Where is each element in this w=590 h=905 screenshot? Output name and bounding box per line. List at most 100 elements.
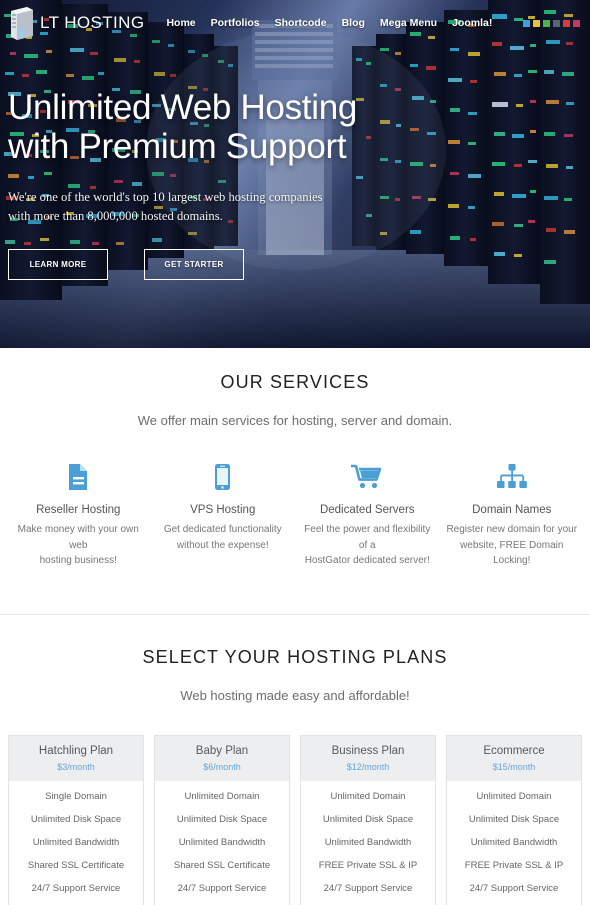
plan-feature: FREE Toll Free Number [447,900,581,905]
service-item-domain-names[interactable]: Domain Names Register new domain for you… [440,460,585,569]
hero-title: Unlimited Web Hosting with Premium Suppo… [8,88,428,166]
plan-feature: Unlimited Bandwidth [470,836,558,848]
plan-feature: Unlimited Domain [184,790,260,802]
service-desc-line-2: without the expense! [176,539,269,551]
learn-more-button[interactable]: LEARN MORE [8,248,108,280]
document-file-icon [12,460,145,494]
color-swatch-magenta[interactable] [573,19,580,27]
color-swatch-gray[interactable] [553,19,560,27]
services-section: OUR SERVICES We offer main services for … [0,348,590,615]
service-desc-line-1: Get dedicated functionality [163,524,282,535]
hero-section: LT HOSTING Home Portfolios Shortcode Blo… [0,0,590,348]
plan-feature: Unlimited Bandwidth [32,836,120,848]
nav-item-home[interactable]: Home [166,17,195,29]
plan-feature-list: Unlimited Domain Unlimited Disk Space Un… [301,781,435,905]
plan-name: Business Plan [331,744,405,757]
plan-feature-disabled: FREE Toll Free Number [155,900,289,905]
plan-price: $3/month [57,761,95,772]
pricing-card-ecommerce[interactable]: Ecommerce $15/month Unlimited Domain Unl… [446,734,582,905]
hero-subtitle: We're one of the world's top 10 largest … [8,188,428,225]
color-swatch-blue[interactable] [523,19,530,27]
plan-price: $6/month [203,761,241,772]
service-name: Domain Names [472,504,552,516]
service-desc-line-1: Feel the power and flexibility of a [304,524,431,551]
hero-title-line-2: with Premium Support [8,127,347,167]
get-starter-button[interactable]: GET STARTER [144,248,244,280]
service-description: Feel the power and flexibility of a Host… [301,522,434,569]
plan-feature: Unlimited Domain [330,790,406,802]
server-tower-icon [8,5,36,41]
service-item-reseller-hosting[interactable]: Reseller Hosting Make money with your ow… [6,460,151,569]
pricing-section: SELECT YOUR HOSTING PLANS Web hosting ma… [0,615,590,905]
pricing-card-header: Ecommerce $15/month [447,735,581,781]
nav-item-portfolios[interactable]: Portfolios [211,17,260,29]
mobile-phone-icon [157,460,290,494]
plan-feature: Shared SSL Certificate [173,859,271,871]
pricing-card-header: Business Plan $12/month [301,735,435,781]
service-desc-line-2: website, FREE Domain Locking! [460,539,564,567]
plan-feature: Unlimited Bandwidth [324,836,412,848]
hero-title-line-1: Unlimited Web Hosting [8,88,358,127]
plan-feature: 24/7 Support Service [177,882,267,894]
plan-feature: Unlimited Disk Space [322,813,414,825]
color-swatch-green[interactable] [543,19,550,27]
brand-logo[interactable]: LT HOSTING [8,5,144,41]
service-desc-line-1: Register new domain for your [446,524,578,535]
plan-feature: Unlimited Bandwidth [178,836,266,848]
service-name: Dedicated Servers [319,504,415,516]
nav-links: Home Portfolios Shortcode Blog Mega Menu… [166,17,492,29]
pricing-title: SELECT YOUR HOSTING PLANS [142,646,448,667]
plan-feature: 24/7 Support Service [323,882,413,894]
plan-feature-disabled: FREE Toll Free Number [301,900,435,905]
pricing-card-header: Baby Plan $6/month [155,735,289,781]
plan-feature: 24/7 Support Service [469,882,559,894]
service-item-vps-hosting[interactable]: VPS Hosting Get dedicated functionality … [151,460,296,569]
plan-feature-list: Unlimited Domain Unlimited Disk Space Un… [155,781,289,905]
plan-name: Hatchling Plan [38,744,114,757]
service-name: VPS Hosting [190,504,256,516]
color-swatch-picker [523,19,582,27]
pricing-card-business-plan[interactable]: Business Plan $12/month Unlimited Domain… [300,734,436,905]
service-name: Reseller Hosting [36,504,121,516]
plan-feature: Shared SSL Certificate [27,859,125,871]
service-description: Get dedicated functionality without the … [157,522,290,553]
pricing-card-baby-plan[interactable]: Baby Plan $6/month Unlimited Domain Unli… [154,734,290,905]
plan-feature: FREE Private SSL & IP [464,859,564,871]
plan-feature-list: Single Domain Unlimited Disk Space Unlim… [9,781,143,905]
color-swatch-red[interactable] [563,19,570,27]
plan-feature: Unlimited Disk Space [468,813,560,825]
hero-content: Unlimited Web Hosting with Premium Suppo… [8,88,428,280]
services-subtitle: We offer main services for hosting, serv… [137,413,453,428]
services-title: OUR SERVICES [220,372,370,392]
nav-item-shortcode[interactable]: Shortcode [275,17,327,29]
nav-item-joomla[interactable]: Joomla! [452,17,492,29]
brand-name: LT HOSTING [40,13,145,32]
hero-subtitle-line-1: We're one of the world's top 10 largest … [8,190,323,205]
plan-feature: 24/7 Support Service [31,882,121,894]
plan-feature: Unlimited Disk Space [30,813,122,825]
plan-feature: Unlimited Domain [476,790,552,802]
service-description: Make money with your own web hosting bus… [12,522,145,569]
plan-feature: Single Domain [45,790,107,802]
shopping-cart-icon [301,460,434,494]
color-swatch-yellow[interactable] [533,19,540,27]
pricing-card-hatchling-plan[interactable]: Hatchling Plan $3/month Single Domain Un… [8,734,144,905]
plan-feature-disabled: FREE Toll Free Number [9,900,143,905]
plan-feature-list: Unlimited Domain Unlimited Disk Space Un… [447,781,581,905]
plan-price: $15/month [492,761,536,772]
sitemap-network-icon [446,460,579,494]
service-description: Register new domain for your website, FR… [446,522,579,569]
plan-feature: Unlimited Disk Space [176,813,268,825]
service-desc-line-2: HostGator dedicated server! [304,555,430,566]
service-desc-line-2: hosting business! [39,555,117,566]
plan-price: $12/month [346,761,390,772]
plan-name: Baby Plan [195,744,249,757]
service-item-dedicated-servers[interactable]: Dedicated Servers Feel the power and fle… [295,460,440,569]
services-grid: Reseller Hosting Make money with your ow… [0,460,590,569]
pricing-subtitle: Web hosting made easy and affordable! [180,687,410,703]
nav-item-mega-menu[interactable]: Mega Menu [380,17,437,29]
plan-name: Ecommerce [483,744,545,757]
pricing-grid: Hatchling Plan $3/month Single Domain Un… [0,734,590,905]
nav-item-blog[interactable]: Blog [342,17,365,29]
main-navbar: LT HOSTING Home Portfolios Shortcode Blo… [0,0,590,46]
